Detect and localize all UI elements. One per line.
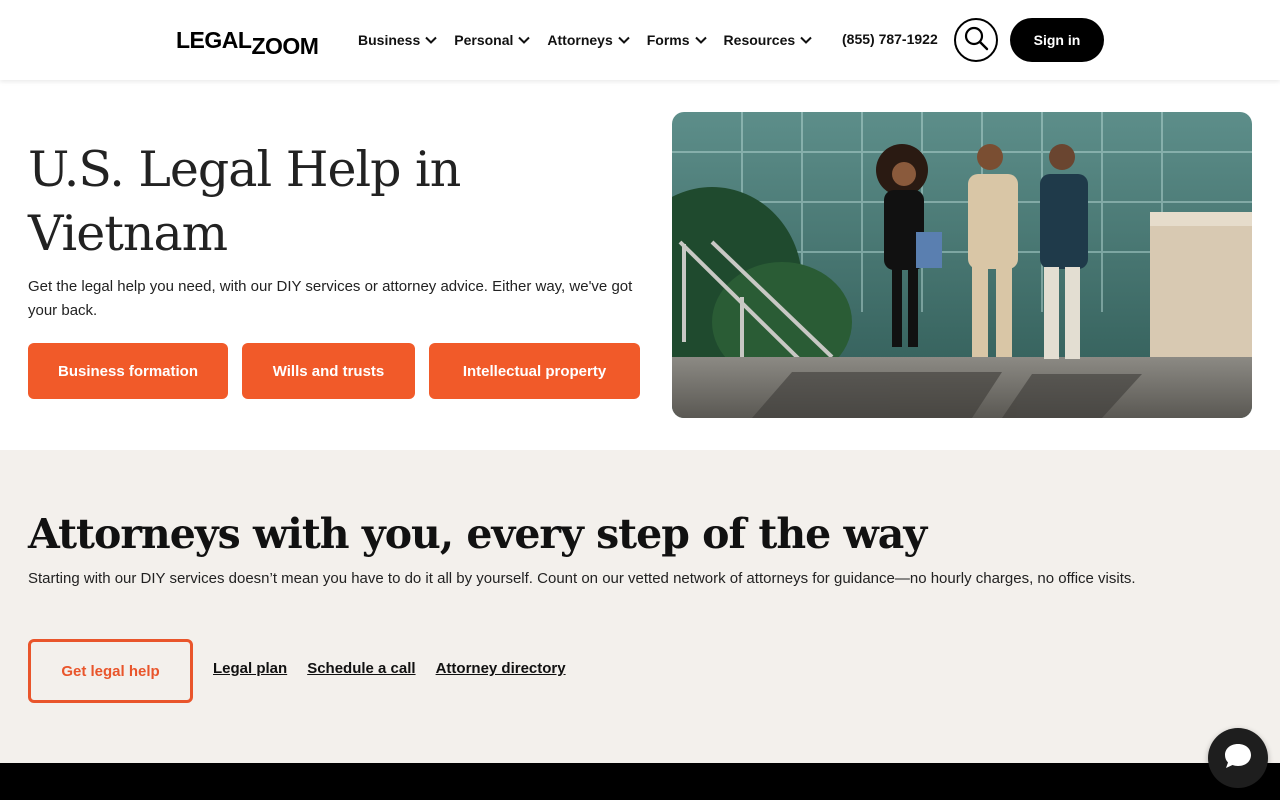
nav-label: Personal (454, 32, 514, 48)
attorney-directory-link[interactable]: Attorney directory (436, 660, 566, 677)
legal-plan-link[interactable]: Legal plan (213, 660, 287, 677)
get-legal-help-button[interactable]: Get legal help (28, 639, 193, 703)
nav-personal[interactable]: Personal (454, 29, 531, 51)
intellectual-property-button[interactable]: Intellectual property (429, 343, 640, 399)
hero-button-group: Business formation Wills and trusts Inte… (28, 343, 654, 399)
chat-bubble-icon (1223, 742, 1253, 775)
chevron-down-icon (694, 36, 707, 44)
logo-text-zoom: ZOOM (251, 33, 319, 59)
attorneys-section: Attorneys with you, every step of the wa… (0, 450, 1280, 763)
phone-number-link[interactable]: (855) 787-1922 (842, 31, 938, 47)
nav-label: Attorneys (547, 32, 613, 48)
nav-label: Forms (646, 32, 690, 48)
chevron-down-icon (800, 36, 812, 44)
footer-bar (0, 763, 1280, 800)
hero-photo-people-walking (672, 112, 1252, 418)
nav-attorneys[interactable]: Attorneys (547, 29, 630, 51)
site-header: LEGALZOOM Business Personal Attorneys Fo… (0, 0, 1280, 80)
attorneys-section-description: Starting with our DIY services doesn’t m… (28, 570, 1136, 587)
nav-resources[interactable]: Resources (724, 29, 813, 51)
schedule-a-call-link[interactable]: Schedule a call (307, 660, 415, 677)
wills-and-trusts-button[interactable]: Wills and trusts (242, 343, 415, 399)
nav-label: Resources (723, 32, 796, 48)
page-title: U.S. Legal Help in Vietnam (28, 141, 461, 262)
chevron-down-icon (518, 36, 531, 44)
business-formation-button[interactable]: Business formation (28, 343, 228, 399)
chevron-down-icon (618, 36, 630, 44)
attorneys-section-title: Attorneys with you, every step of the wa… (28, 510, 927, 558)
search-icon (963, 25, 989, 56)
sign-in-button[interactable]: Sign in (1010, 18, 1104, 62)
legalzoom-logo[interactable]: LEGALZOOM (176, 27, 319, 59)
search-button[interactable] (954, 18, 998, 62)
attorneys-links: Legal plan Schedule a call Attorney dire… (213, 660, 586, 677)
logo-text-legal: LEGAL (176, 27, 252, 53)
chat-button[interactable] (1208, 728, 1268, 788)
main-nav: Business Personal Attorneys Forms Resour… (358, 29, 829, 51)
nav-business[interactable]: Business (358, 29, 437, 51)
hero-subtitle: Get the legal help you need, with our DI… (28, 278, 633, 319)
chevron-down-icon (425, 36, 437, 44)
nav-forms[interactable]: Forms (647, 29, 707, 51)
nav-label: Business (358, 32, 421, 48)
